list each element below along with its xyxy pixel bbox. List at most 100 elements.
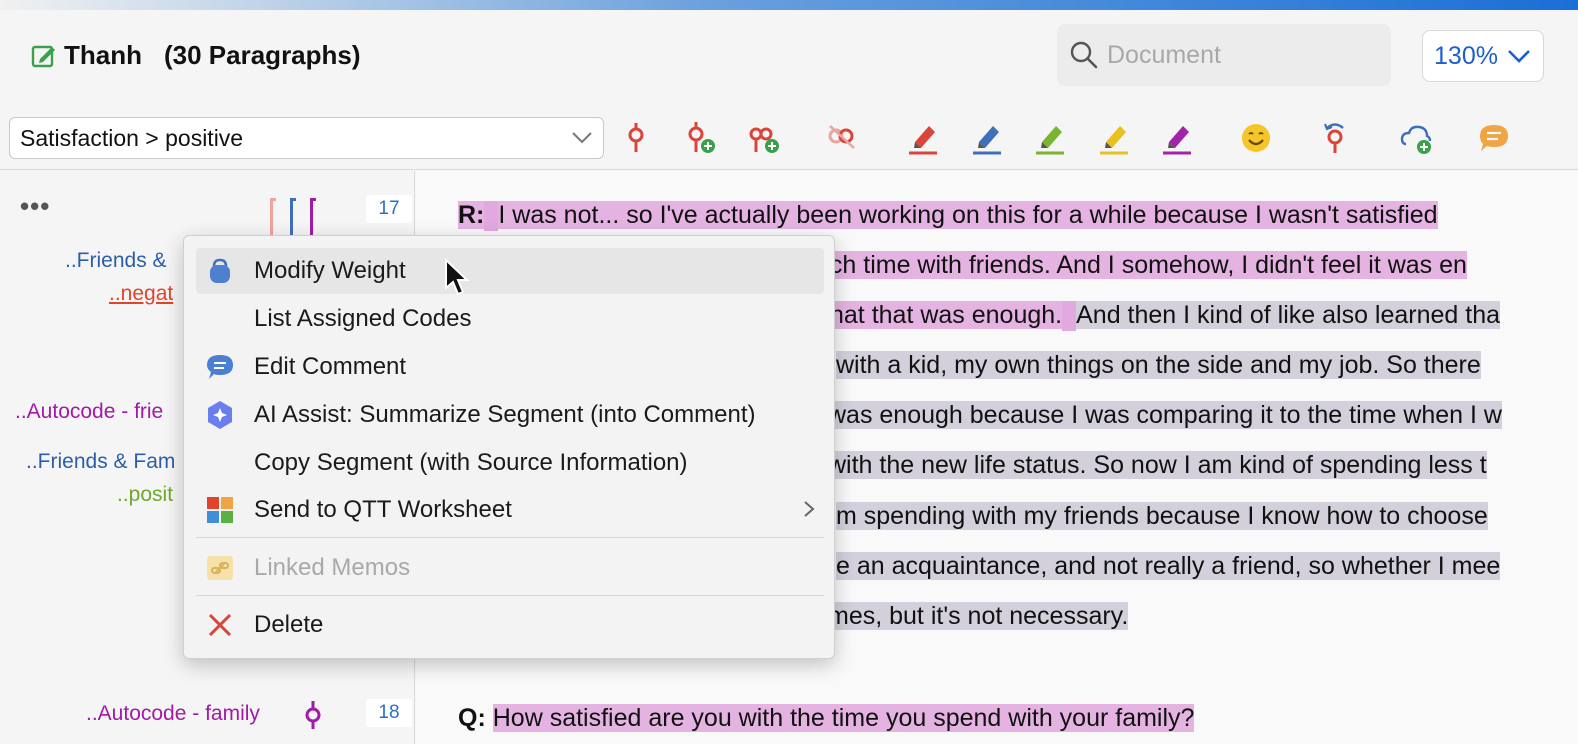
chevron-down-icon [572, 132, 592, 144]
menu-item-label: AI Assist: Summarize Segment (into Comme… [254, 401, 756, 428]
menu-item-copy-segment[interactable]: Copy Segment (with Source Information) [196, 440, 824, 486]
blue-highlighter-button[interactable] [967, 118, 1007, 158]
qtt-worksheet-icon [204, 494, 236, 526]
text-line[interactable]: was enough because I was comparing it to… [828, 399, 1502, 431]
undo-code-button[interactable] [1315, 118, 1355, 158]
document-search[interactable] [1057, 24, 1391, 86]
code-label[interactable]: ..Autocode - family [86, 702, 260, 726]
paragraph-count: (30 Paragraphs) [164, 40, 361, 70]
menu-item-label: Modify Weight [254, 257, 406, 284]
weight-icon [204, 255, 236, 287]
menu-item-delete[interactable]: Delete [196, 602, 824, 648]
code-with-subcode-icon [749, 127, 779, 153]
text-segment[interactable]: I was not... so I've actually been worki… [498, 201, 1438, 229]
text-line[interactable]: mes, but it's not necessary. [828, 600, 1129, 632]
in-vivo-code-icon [1400, 125, 1432, 154]
menu-separator [196, 595, 824, 596]
text-segment[interactable]: m spending with my friends because I kno… [836, 502, 1488, 530]
chevron-right-icon [804, 501, 815, 517]
new-code-icon [688, 122, 715, 153]
green-highlighter-button[interactable] [1030, 118, 1070, 158]
in-vivo-code-button[interactable] [1396, 118, 1436, 158]
edit-document-icon[interactable] [30, 42, 58, 70]
menu-item-label: Linked Memos [254, 554, 411, 581]
menu-item-ai-assist[interactable]: AI Assist: Summarize Segment (into Comme… [196, 392, 824, 438]
text-segment[interactable]: uch time with friends. And I somehow, I … [816, 251, 1467, 279]
comment-icon [204, 351, 236, 383]
text-segment[interactable]: hat that was enough. [830, 301, 1063, 329]
blue-highlighter-icon [973, 126, 1001, 155]
mouse-pointer-icon [445, 258, 470, 296]
text-segment[interactable]: with a kid, my own things on the side an… [836, 351, 1481, 379]
menu-item-label: Delete [254, 611, 324, 638]
green-highlighter-icon [1036, 126, 1064, 155]
text-line[interactable]: e an acquaintance, and not really a frie… [836, 550, 1501, 582]
uncode-button[interactable] [822, 118, 862, 158]
emoticon-code-icon [1242, 124, 1270, 152]
yellow-highlighter-icon [1100, 126, 1128, 155]
red-highlighter-icon [909, 126, 937, 155]
menu-item-label: Send to QTT Worksheet [254, 496, 512, 523]
emoticon-code-button[interactable] [1236, 118, 1276, 158]
code-marker-icon[interactable] [302, 699, 324, 731]
window-top-bar [0, 0, 1578, 10]
code-label[interactable]: ..Autocode - frie [15, 400, 163, 424]
text-line[interactable]: m spending with my friends because I kno… [836, 500, 1488, 532]
uncode-icon [828, 125, 855, 149]
linked-memo-icon [204, 552, 236, 584]
menu-item-list-assigned-codes[interactable]: List Assigned Codes [196, 296, 824, 342]
text-segment[interactable]: with the new life status. So now I am ki… [828, 451, 1487, 479]
zoom-value: 130% [1434, 41, 1498, 70]
text-line[interactable]: with a kid, my own things on the side an… [836, 349, 1481, 381]
code-label[interactable]: ..negat [109, 282, 173, 306]
menu-item-modify-weight[interactable]: Modify Weight [196, 248, 824, 294]
comment-button[interactable] [1474, 118, 1514, 158]
text-segment[interactable]: And then I kind of like also learned tha [1076, 301, 1501, 329]
menu-item-linked-memos: Linked Memos [196, 545, 824, 591]
speaker-label: R: [458, 201, 485, 229]
paragraph-number: 17 [366, 195, 412, 223]
text-segment[interactable]: e an acquaintance, and not really a frie… [836, 552, 1501, 580]
new-code-button[interactable] [680, 118, 720, 158]
comment-icon [1480, 125, 1508, 151]
text-line[interactable]: R: I was not... so I've actually been wor… [458, 199, 1438, 232]
code-label[interactable]: ..Friends & Fam [26, 450, 175, 474]
text-segment[interactable]: How satisfied are you with the time you … [492, 704, 1195, 732]
document-name: Thanh [64, 40, 142, 70]
document-header: Thanh (30 Paragraphs) 130% [0, 10, 1578, 110]
text-line[interactable]: Q: How satisfied are you with the time y… [458, 702, 1195, 734]
text-line[interactable]: hat that was enough. And then I kind of l… [830, 299, 1501, 332]
menu-item-label: Edit Comment [254, 353, 407, 380]
code-select[interactable]: Satisfaction > positive [9, 117, 604, 159]
ai-assist-icon [204, 399, 236, 431]
menu-item-label: List Assigned Codes [254, 305, 472, 332]
magenta-highlighter-icon [1163, 126, 1191, 155]
undo-code-icon [1323, 123, 1344, 153]
zoom-select[interactable]: 130% [1422, 30, 1544, 82]
segment-context-menu: Modify Weight List Assigned Codes Edit C… [183, 235, 835, 659]
document-title: Thanh (30 Paragraphs) [30, 40, 361, 71]
chevron-down-icon [1508, 50, 1530, 63]
segment-marker [1062, 301, 1077, 332]
text-line[interactable]: uch time with friends. And I somehow, I … [816, 249, 1467, 281]
text-segment[interactable]: was enough because I was comparing it to… [828, 401, 1502, 429]
search-icon [1070, 41, 1098, 69]
text-line[interactable]: with the new life status. So now I am ki… [828, 449, 1487, 481]
code-label[interactable]: ..Friends & [65, 249, 167, 273]
menu-item-edit-comment[interactable]: Edit Comment [196, 344, 824, 390]
search-input[interactable] [1107, 40, 1377, 70]
code-label[interactable]: ..posit [117, 483, 173, 507]
red-highlighter-button[interactable] [903, 118, 943, 158]
code-button[interactable] [616, 118, 656, 158]
menu-item-send-to-qtt[interactable]: Send to QTT Worksheet [196, 487, 824, 533]
more-options-button[interactable]: ••• [20, 191, 50, 222]
yellow-highlighter-button[interactable] [1094, 118, 1134, 158]
selected-code: Satisfaction > positive [20, 124, 244, 151]
speaker-label: Q: [458, 704, 486, 732]
menu-separator [196, 537, 824, 538]
magenta-highlighter-button[interactable] [1157, 118, 1197, 158]
text-segment[interactable]: mes, but it's not necessary. [828, 602, 1129, 630]
paragraph-number: 18 [366, 699, 412, 727]
delete-icon [204, 609, 236, 641]
code-with-subcode-button[interactable] [744, 118, 784, 158]
